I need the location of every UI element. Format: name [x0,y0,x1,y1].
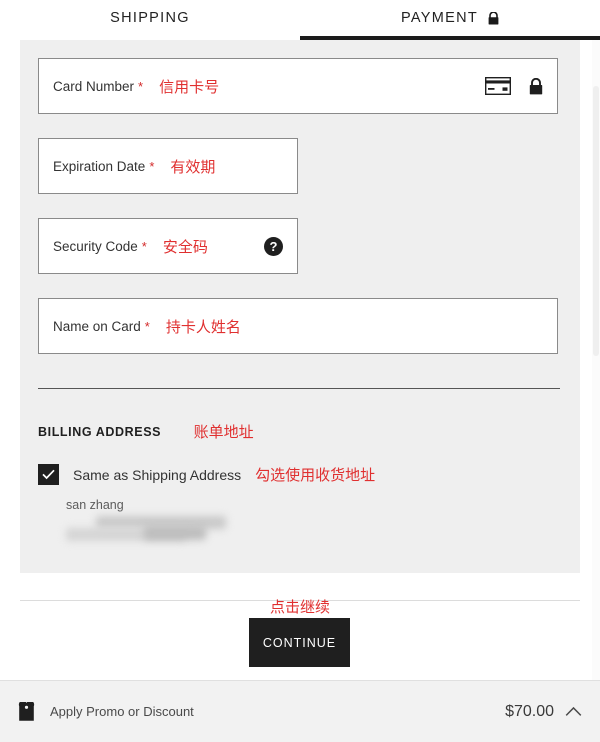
order-summary-footer[interactable]: Apply Promo or Discount $70.00 [0,680,600,742]
expiration-date-required-mark: * [149,158,155,174]
name-on-card-label: Name on Card [53,318,141,334]
tab-payment[interactable]: PAYMENT [300,0,600,40]
expiration-date-annotation: 有效期 [170,157,216,176]
name-on-card-required-mark: * [144,318,150,334]
same-as-shipping-row[interactable]: Same as Shipping Address 勾选使用收货地址 [38,464,580,485]
order-total: $70.00 [505,702,554,720]
continue-button[interactable]: CONTINUE [249,618,350,667]
billing-address-name: san zhang [66,498,124,512]
page-scrollbar-track[interactable] [592,40,600,680]
tab-shipping-label: SHIPPING [110,10,190,26]
credit-card-icon [485,77,511,95]
payment-panel: Card Number * 信用卡号 Expiration Date * 有效期… [20,40,580,573]
tab-payment-label: PAYMENT [400,10,479,26]
page-scrollbar-thumb[interactable] [593,86,599,356]
expiration-date-field[interactable]: Expiration Date * 有效期 [38,138,298,194]
same-as-shipping-label: Same as Shipping Address [73,466,242,483]
name-on-card-field[interactable]: Name on Card * 持卡人姓名 [38,298,558,354]
billing-address-title: BILLING ADDRESS [38,424,162,439]
chevron-up-icon[interactable] [565,706,582,717]
price-tag-icon [18,701,35,722]
security-code-icons: ? [264,236,283,256]
lock-icon [488,11,499,25]
footer-total-group: $70.00 [505,703,582,721]
continue-annotation: 点击继续 [269,598,330,616]
name-on-card-annotation: 持卡人姓名 [165,317,241,336]
card-number-label: Card Number [53,78,135,94]
card-number-required-mark: * [138,78,144,94]
apply-promo-label[interactable]: Apply Promo or Discount [50,704,194,719]
billing-address-section: BILLING ADDRESS 账单地址 Same as Shipping Ad… [38,421,580,550]
continue-annotation-wrap: 点击继续 [0,596,600,617]
checkout-tabs: SHIPPING PAYMENT [0,0,600,40]
help-question-icon[interactable]: ? [264,236,283,256]
expiration-date-label: Expiration Date [53,158,146,174]
same-as-shipping-checkbox[interactable] [38,464,59,485]
security-code-annotation: 安全码 [162,237,208,256]
lock-icon [529,77,543,95]
billing-address-preview: san zhang [66,498,580,550]
security-code-field[interactable]: Security Code * 安全码 ? [38,218,298,274]
tab-shipping[interactable]: SHIPPING [0,0,300,40]
security-code-label: Security Code [53,238,138,254]
security-code-required-mark: * [141,238,147,254]
card-number-annotation: 信用卡号 [159,77,220,96]
section-divider [38,388,560,389]
card-number-icons [485,77,543,95]
same-as-shipping-annotation: 勾选使用收货地址 [255,466,376,484]
billing-address-redacted [66,514,256,550]
billing-address-title-annotation: 账单地址 [193,423,254,441]
card-number-field[interactable]: Card Number * 信用卡号 [38,58,558,114]
